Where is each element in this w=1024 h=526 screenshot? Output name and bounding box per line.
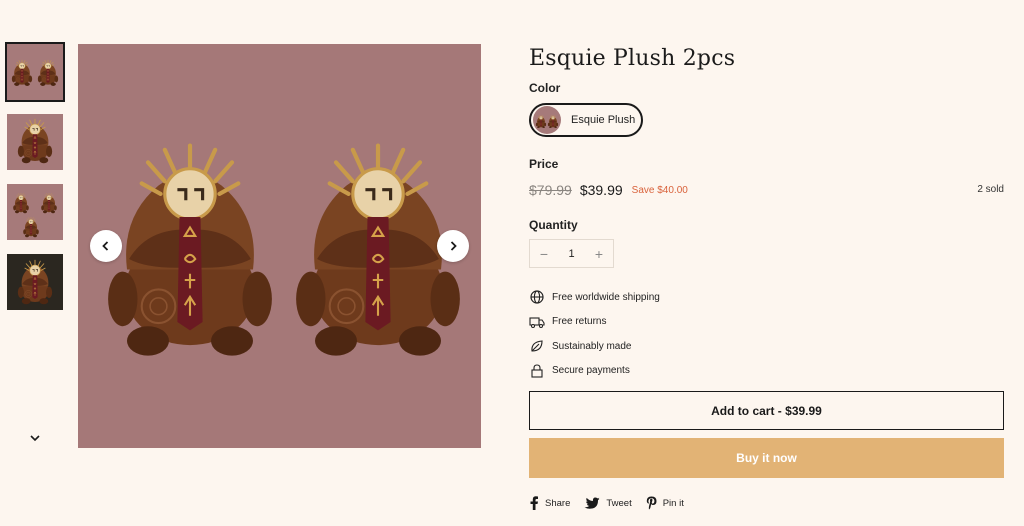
quantity-label: Quantity: [529, 218, 578, 232]
product-title: Esquie Plush 2pcs: [529, 46, 736, 71]
main-product-image: [78, 44, 481, 448]
price-label: Price: [529, 157, 559, 171]
compare-at-price: $79.99: [529, 182, 572, 198]
sold-count: 2 sold: [977, 184, 1004, 195]
share-facebook-label: Share: [545, 497, 571, 509]
feature-item: Free returns: [529, 310, 660, 335]
facebook-icon: [530, 496, 538, 510]
feature-item: Sustainably made: [529, 334, 660, 359]
swatch-label: Esquie Plush: [571, 114, 636, 126]
feature-label: Secure payments: [552, 365, 630, 377]
feature-list: Free worldwide shipping Free returns Sus…: [529, 285, 660, 383]
share-pinterest-label: Pin it: [662, 497, 684, 509]
share-pinterest-link[interactable]: Pin it: [646, 496, 684, 510]
save-badge: Save $40.00: [631, 184, 688, 196]
truck-icon: [529, 317, 545, 328]
chevron-left-icon: [100, 237, 112, 256]
thumbnail-pair[interactable]: [5, 42, 65, 102]
share-facebook-link[interactable]: Share: [529, 496, 570, 510]
chevron-down-icon[interactable]: [27, 430, 43, 446]
feature-label: Sustainably made: [552, 340, 632, 352]
feature-item: Free worldwide shipping: [529, 285, 660, 310]
price-row: $79.99 $39.99 Save $40.00 2 sold: [529, 180, 1004, 200]
color-label: Color: [529, 81, 561, 95]
gallery-next-button[interactable]: [437, 230, 469, 262]
leaf-icon: [531, 340, 543, 352]
buy-now-button[interactable]: Buy it now: [529, 438, 1004, 478]
quantity-decrease-button[interactable]: −: [530, 240, 558, 267]
pinterest-icon: [646, 496, 657, 510]
feature-label: Free worldwide shipping: [552, 291, 660, 303]
gallery-prev-button[interactable]: [90, 230, 122, 262]
color-swatch-selected[interactable]: Esquie Plush: [529, 103, 643, 137]
quantity-increase-button[interactable]: +: [585, 240, 613, 267]
quantity-stepper: − 1 +: [529, 239, 614, 268]
current-price: $39.99: [579, 182, 623, 198]
chevron-right-icon: [447, 237, 459, 256]
share-bar: Share Tweet Pin it: [529, 496, 698, 510]
twitter-icon: [584, 497, 600, 509]
thumbnail-trio[interactable]: [7, 184, 63, 240]
thumbnail-single[interactable]: [7, 114, 63, 170]
share-twitter-label: Tweet: [606, 497, 632, 509]
product-info: Esquie Plush 2pcs Color Esquie Plush Pri…: [529, 44, 1004, 510]
share-twitter-link[interactable]: Tweet: [584, 497, 632, 510]
add-to-cart-button[interactable]: Add to cart - $39.99: [529, 391, 1004, 430]
feature-item: Secure payments: [529, 359, 660, 384]
swatch-thumbnail: [533, 106, 561, 134]
thumbnail-dark[interactable]: [7, 254, 63, 310]
globe-icon: [530, 290, 544, 304]
thumbnail-list: [5, 42, 65, 324]
feature-label: Free returns: [552, 316, 607, 328]
quantity-value[interactable]: 1: [568, 248, 574, 260]
lock-icon: [531, 364, 543, 378]
